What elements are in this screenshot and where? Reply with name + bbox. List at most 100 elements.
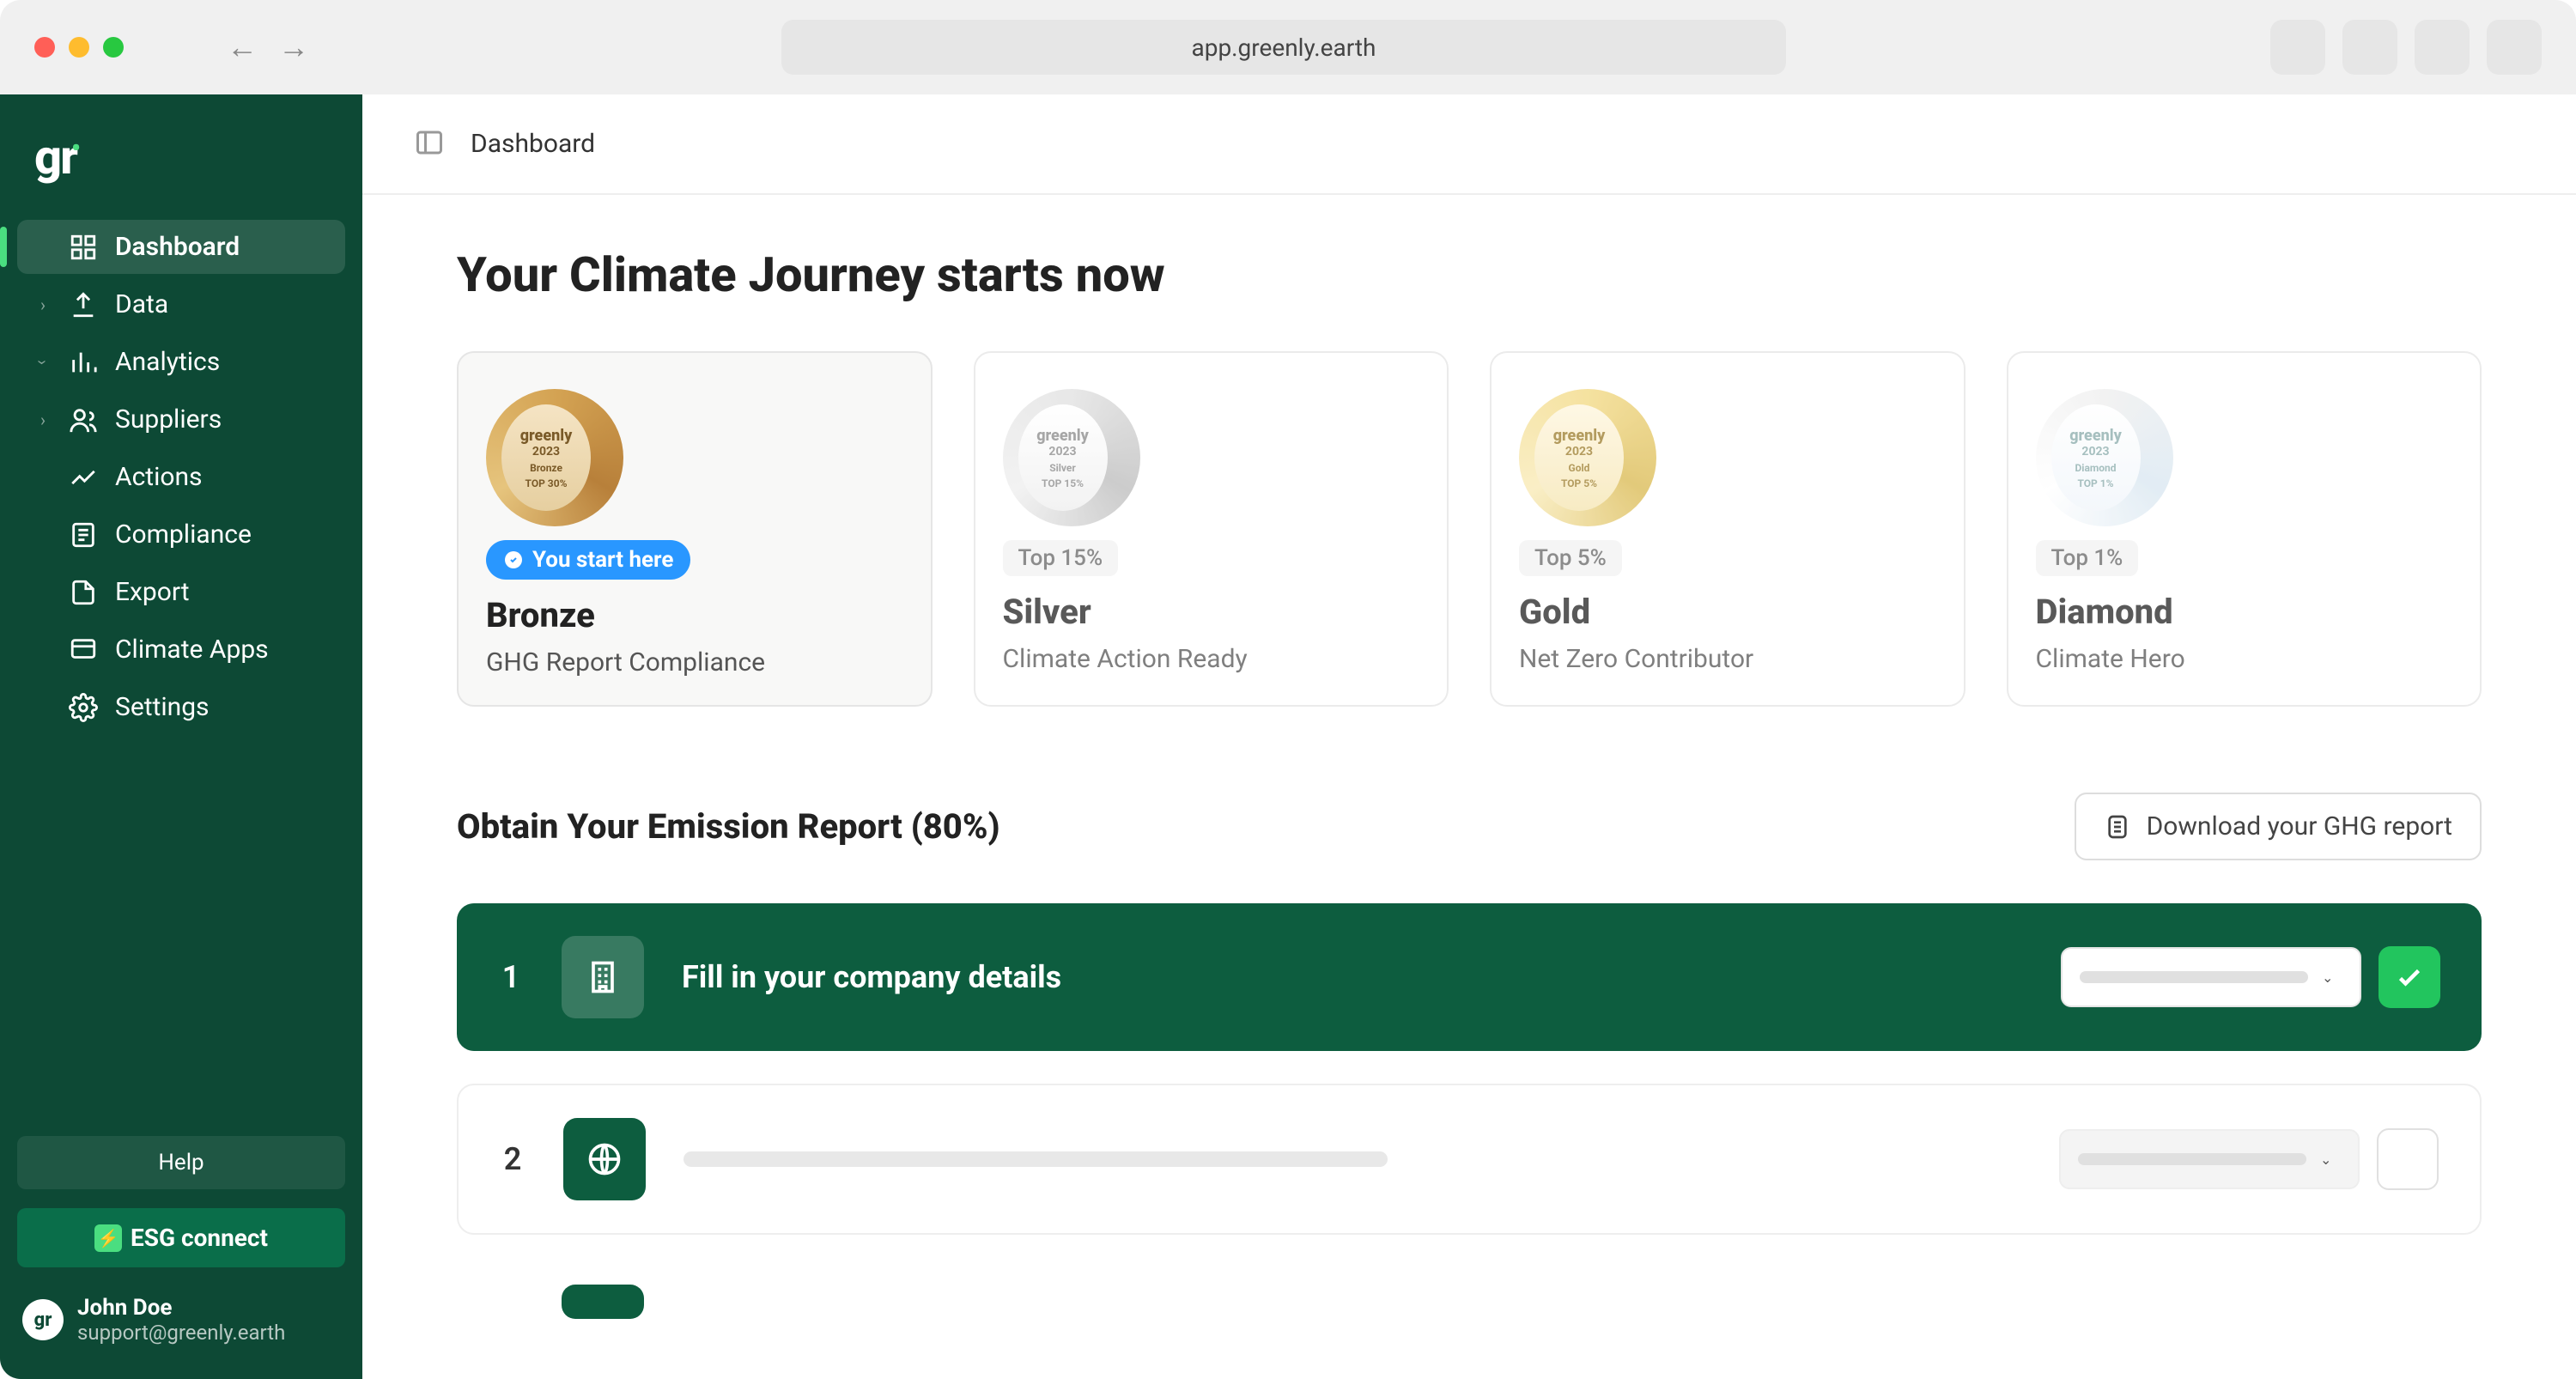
sidebar-item-label: Actions [115, 462, 328, 492]
step-dropdown[interactable]: ⌄ [2059, 1129, 2360, 1189]
tier-row: greenly 2023 Bronze TOP 30% You start he… [457, 351, 2482, 707]
tier-name: Gold [1519, 592, 1936, 632]
apps-icon [69, 635, 98, 665]
traffic-lights [34, 37, 124, 58]
step-2[interactable]: 2 ⌄ [457, 1084, 2482, 1235]
step-number: 1 [498, 959, 524, 995]
esg-connect-button[interactable]: ⚡ ESG connect [17, 1208, 345, 1267]
sidebar-nav: Dashboard › Data › Analytics › Suppliers… [17, 220, 345, 734]
sidebar: gr• Dashboard › Data › Analytics › Suppl [0, 94, 362, 1379]
sidebar-item-label: Dashboard [115, 232, 328, 262]
browser-forward-button[interactable]: → [278, 29, 309, 65]
chevron-down-icon: › [33, 354, 53, 371]
medal-bronze-icon: greenly 2023 Bronze TOP 30% [486, 389, 623, 526]
you-start-here-pill: You start here [486, 540, 690, 580]
step-title: Fill in your company details [682, 959, 2023, 995]
tier-name: Diamond [2036, 592, 2453, 632]
sidebar-toggle-icon[interactable] [414, 127, 445, 161]
tier-desc: Climate Hero [2036, 644, 2453, 674]
top-pill: Top 1% [2036, 540, 2139, 576]
topbar: Dashboard [362, 94, 2576, 195]
globe-icon [563, 1118, 646, 1200]
url-text: app.greenly.earth [1192, 33, 1376, 62]
tier-card-silver[interactable]: greenly 2023 Silver TOP 15% Top 15% Silv… [974, 351, 1449, 707]
sidebar-item-export[interactable]: Export [17, 565, 345, 619]
medal-silver-icon: greenly 2023 Silver TOP 15% [1003, 389, 1140, 526]
step-incomplete-check [2377, 1128, 2439, 1190]
sidebar-item-label: Analytics [115, 347, 328, 377]
download-label: Download your GHG report [2147, 811, 2452, 841]
sidebar-item-actions[interactable]: Actions [17, 450, 345, 504]
window-maximize-button[interactable] [103, 37, 124, 58]
window-minimize-button[interactable] [69, 37, 89, 58]
gear-icon [69, 693, 98, 722]
sidebar-item-climate-apps[interactable]: Climate Apps [17, 623, 345, 677]
tier-card-diamond[interactable]: greenly 2023 Diamond TOP 1% Top 1% Diamo… [2007, 351, 2482, 707]
step-dropdown[interactable]: ⌄ [2061, 947, 2361, 1007]
document-icon [2104, 813, 2131, 841]
sidebar-item-analytics[interactable]: › Analytics [17, 335, 345, 389]
tier-name: Bronze [486, 595, 903, 635]
medal-gold-icon: greenly 2023 Gold TOP 5% [1519, 389, 1656, 526]
file-icon [69, 578, 98, 607]
url-bar[interactable]: app.greenly.earth [781, 20, 1786, 75]
analytics-icon [69, 348, 98, 377]
chevron-down-icon: ⌄ [2320, 1151, 2341, 1168]
browser-placeholder-1 [2270, 20, 2325, 75]
medal-diamond-icon: greenly 2023 Diamond TOP 1% [2036, 389, 2173, 526]
tier-name: Silver [1003, 592, 1420, 632]
breadcrumb: Dashboard [471, 129, 595, 159]
browser-placeholder-3 [2415, 20, 2470, 75]
browser-placeholder-2 [2342, 20, 2397, 75]
sidebar-item-label: Settings [115, 692, 328, 722]
dashboard-icon [69, 233, 98, 262]
step-3[interactable] [457, 1267, 2482, 1319]
step-number: 2 [500, 1141, 526, 1177]
tier-desc: GHG Report Compliance [486, 647, 903, 677]
tier-card-bronze[interactable]: greenly 2023 Bronze TOP 30% You start he… [457, 351, 933, 707]
step-title-placeholder [683, 1151, 1388, 1167]
sidebar-item-label: Export [115, 577, 328, 607]
sidebar-item-label: Suppliers [115, 404, 328, 434]
top-pill: Top 15% [1003, 540, 1119, 576]
section-title: Obtain Your Emission Report (80%) [457, 806, 1000, 847]
chevron-down-icon: ⌄ [2322, 969, 2342, 986]
logo: gr• [17, 120, 345, 211]
step-complete-check [2379, 946, 2440, 1008]
help-button[interactable]: Help [17, 1136, 345, 1189]
avatar: gr [22, 1299, 64, 1340]
trend-icon [69, 463, 98, 492]
building-icon [562, 936, 644, 1018]
user-email: support@greenly.earth [77, 1321, 285, 1345]
sidebar-item-suppliers[interactable]: › Suppliers [17, 392, 345, 447]
window-close-button[interactable] [34, 37, 55, 58]
browser-chrome: ← → app.greenly.earth [0, 0, 2576, 94]
upload-icon [69, 290, 98, 319]
chevron-right-icon: › [34, 410, 52, 430]
page-title: Your Climate Journey starts now [457, 246, 2482, 303]
user-profile[interactable]: gr John Doe support@greenly.earth [17, 1286, 345, 1353]
user-name: John Doe [77, 1295, 285, 1321]
top-pill: Top 5% [1519, 540, 1622, 576]
tier-desc: Climate Action Ready [1003, 644, 1420, 674]
esg-connect-label: ESG connect [131, 1224, 268, 1252]
tier-card-gold[interactable]: greenly 2023 Gold TOP 5% Top 5% Gold Net… [1490, 351, 1965, 707]
sidebar-item-dashboard[interactable]: Dashboard [17, 220, 345, 274]
people-icon [69, 405, 98, 434]
step-icon-placeholder [562, 1285, 644, 1319]
tier-desc: Net Zero Contributor [1519, 644, 1936, 674]
browser-placeholder-4 [2487, 20, 2542, 75]
sidebar-item-data[interactable]: › Data [17, 277, 345, 331]
sidebar-item-compliance[interactable]: Compliance [17, 507, 345, 562]
chevron-right-icon: › [34, 295, 52, 315]
step-1[interactable]: 1 Fill in your company details ⌄ [457, 903, 2482, 1051]
compliance-icon [69, 520, 98, 550]
download-ghg-report-button[interactable]: Download your GHG report [2075, 793, 2482, 860]
placeholder-bar [2080, 971, 2308, 983]
placeholder-bar [2078, 1153, 2306, 1165]
sidebar-item-settings[interactable]: Settings [17, 680, 345, 734]
sidebar-item-label: Compliance [115, 519, 328, 550]
browser-back-button[interactable]: ← [227, 29, 258, 65]
bolt-icon: ⚡ [94, 1224, 122, 1252]
sidebar-item-label: Climate Apps [115, 635, 328, 665]
